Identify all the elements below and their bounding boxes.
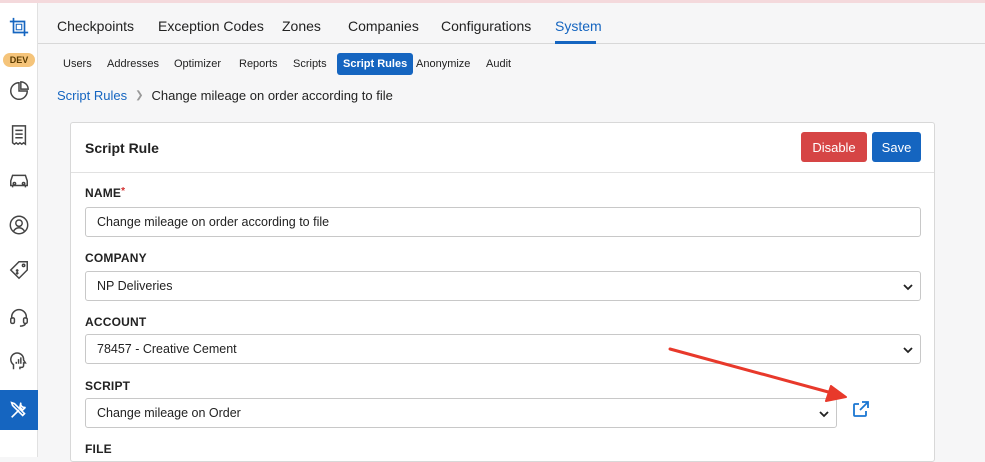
receipt-icon (11, 125, 27, 146)
sidebar-item-users[interactable] (0, 205, 38, 245)
environment-badge: DEV (3, 53, 35, 67)
required-asterisk: * (121, 186, 126, 197)
subtab-anonymize[interactable]: Anonymize (410, 53, 476, 75)
subtab-script-rules[interactable]: Script Rules (337, 53, 414, 75)
subtab-scripts[interactable]: Scripts (287, 53, 333, 75)
pie-chart-icon (10, 81, 29, 100)
company-label: COMPANY (85, 251, 147, 265)
top-tabs: Checkpoints Exception Codes Zones Compan… (38, 3, 985, 44)
tools-icon (10, 401, 27, 418)
subtab-addresses[interactable]: Addresses (101, 53, 165, 75)
card-header: Script Rule Disable Save (71, 123, 934, 173)
breadcrumb: Script Rules ❯ Change mileage on order a… (57, 88, 393, 103)
script-select[interactable]: Change mileage on Order (85, 398, 837, 428)
active-tab-indicator (555, 41, 596, 44)
breadcrumb-current: Change mileage on order according to fil… (151, 88, 393, 103)
disable-button[interactable]: Disable (801, 132, 867, 162)
chevron-down-icon (819, 411, 829, 418)
company-select[interactable]: NP Deliveries (85, 271, 921, 301)
name-label-text: NAME (85, 186, 122, 200)
tab-exception-codes[interactable]: Exception Codes (158, 18, 264, 34)
name-input[interactable]: Change mileage on order according to fil… (85, 207, 921, 237)
tab-companies[interactable]: Companies (348, 18, 419, 34)
file-label: FILE (85, 442, 112, 456)
car-icon (10, 174, 28, 188)
script-select-value: Change mileage on Order (97, 406, 241, 420)
sidebar-item-dashboard[interactable] (0, 71, 38, 111)
chevron-down-icon (903, 347, 913, 354)
save-button[interactable]: Save (872, 132, 921, 162)
headset-icon (10, 309, 28, 327)
name-label: NAME* (85, 186, 125, 200)
chevron-right-icon: ❯ (135, 90, 144, 101)
script-label: SCRIPT (85, 379, 131, 393)
tab-configurations[interactable]: Configurations (441, 18, 531, 34)
subtab-users[interactable]: Users (57, 53, 98, 75)
sidebar-item-system[interactable] (0, 390, 38, 430)
main-area: Checkpoints Exception Codes Zones Compan… (38, 3, 985, 462)
card-title: Script Rule (85, 140, 159, 156)
sidebar-item-support[interactable] (0, 297, 38, 337)
sidebar: DEV (0, 3, 38, 457)
subtab-reports[interactable]: Reports (233, 53, 284, 75)
tab-system[interactable]: System (555, 18, 602, 34)
account-select[interactable]: 78457 - Creative Cement (85, 334, 921, 364)
sidebar-item-pricing[interactable] (0, 250, 38, 290)
sidebar-item-analytics[interactable] (0, 341, 38, 381)
price-tag-icon (9, 261, 28, 280)
chevron-down-icon (903, 284, 913, 291)
external-link-icon[interactable] (851, 399, 871, 419)
subtab-optimizer[interactable]: Optimizer (168, 53, 227, 75)
sidebar-item-orders[interactable] (0, 115, 38, 155)
breadcrumb-link-script-rules[interactable]: Script Rules (57, 88, 127, 103)
account-label: ACCOUNT (85, 315, 147, 329)
user-circle-icon (9, 215, 29, 235)
analytics-head-icon (10, 352, 27, 370)
app-logo[interactable] (0, 7, 38, 47)
sidebar-item-vehicles[interactable] (0, 160, 38, 200)
name-input-value: Change mileage on order according to fil… (97, 215, 330, 229)
account-select-value: 78457 - Creative Cement (97, 342, 237, 356)
crop-logo-icon (9, 17, 29, 37)
company-select-value: NP Deliveries (97, 279, 173, 293)
tab-zones[interactable]: Zones (282, 18, 321, 34)
script-rule-card: Script Rule Disable Save NAME* Change mi… (70, 122, 935, 462)
subtab-audit[interactable]: Audit (480, 53, 517, 75)
tab-checkpoints[interactable]: Checkpoints (57, 18, 134, 34)
